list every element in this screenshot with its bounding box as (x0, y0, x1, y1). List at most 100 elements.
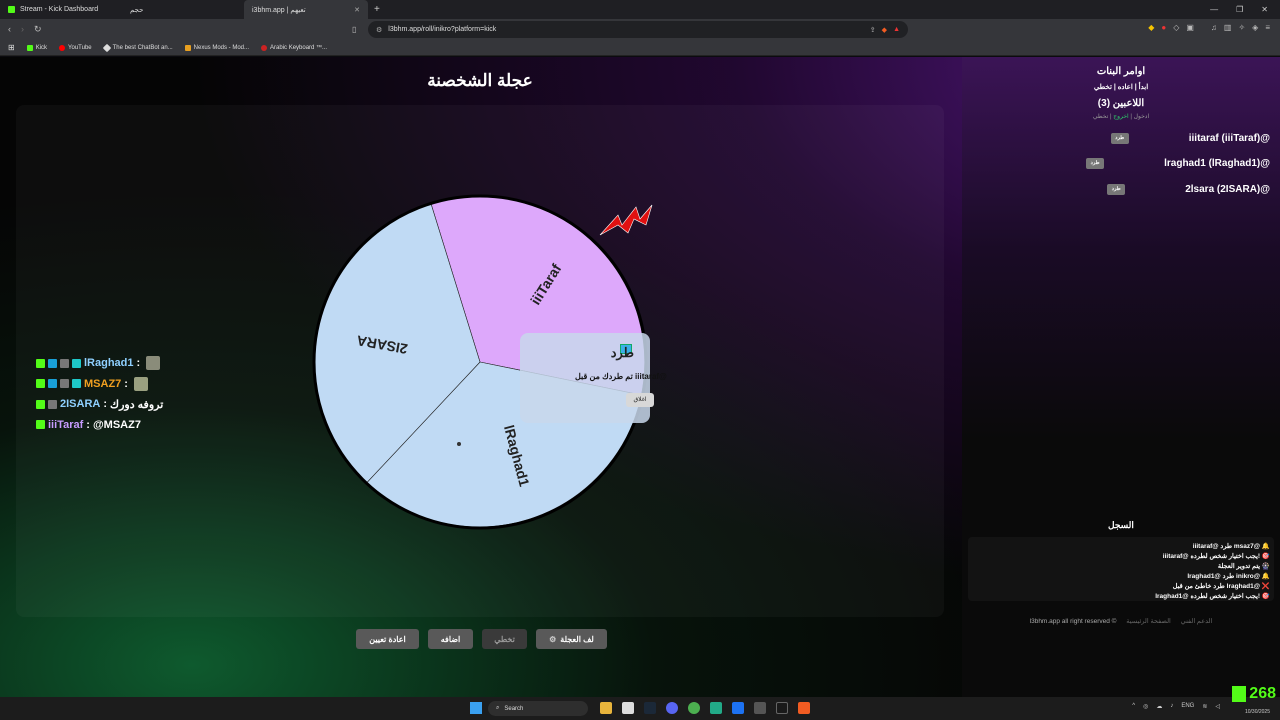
bookmark-icon[interactable]: ▯ (352, 25, 356, 34)
badge-icon (48, 358, 57, 368)
extension-icon[interactable]: ● (1161, 23, 1166, 32)
menu-icon[interactable]: ≡ (1265, 23, 1270, 32)
kick-player-button[interactable]: طرد (1110, 133, 1129, 144)
keyboard-icon (261, 44, 268, 51)
maximize-button[interactable]: ❐ (1236, 5, 1243, 14)
chat-message: 2ISARA : تروفه دورك (36, 394, 163, 415)
wallet-icon[interactable]: ◈ (1252, 23, 1258, 32)
footer: l3bhm.app all right reserved © الدعم الف… (962, 617, 1280, 625)
back-icon[interactable]: ‹ (8, 24, 11, 35)
volume-icon[interactable]: ◁ (1215, 703, 1220, 710)
cmd-exit: اخروج (1113, 114, 1129, 120)
kick-player-button[interactable]: طرد (1107, 184, 1126, 195)
footer-support-link[interactable]: الدعم الفني (1181, 618, 1213, 625)
sidebar-title: اوامر البنات (1096, 66, 1146, 77)
search-icon: ⌕ (496, 705, 500, 711)
steam-icon[interactable] (644, 702, 656, 714)
player-row: طرد lraghad1 (lRaghad1)@ (1086, 158, 1270, 169)
players-subcommands: ادخول | اخروج | تخطي (1092, 114, 1150, 120)
tab-kick-dashboard[interactable]: Stream - Kick Dashboard (0, 0, 122, 19)
log-entry: lraghad1@ طرد inikro@ 🔔 (1187, 573, 1270, 580)
chat-username: MSAZ7 (84, 377, 122, 390)
tab-l3bhm[interactable]: i3bhm.app | تعيهم ✕ (244, 0, 368, 19)
brave-rewards-icon[interactable]: ▲ (893, 26, 900, 34)
url-text: l3bhm.app/roll/inikro?platform=kick (388, 26, 497, 33)
media-icon[interactable]: ♫ (1211, 23, 1217, 32)
brave-icon[interactable] (798, 702, 810, 714)
cmd-skip: تخطي (1092, 114, 1109, 120)
chat-text: @MSAZ7 (92, 418, 141, 431)
bookmark-kick[interactable]: Kick (26, 44, 47, 51)
wheel-pointer-icon (599, 204, 653, 236)
player-name: lraghad1 (lRaghad1)@ (1164, 158, 1270, 169)
page-title: عجلة الشخصنة (427, 71, 533, 90)
kick-badge-icon (36, 358, 45, 368)
chevron-up-icon[interactable]: ^ (1132, 703, 1135, 710)
brave-shield-icon[interactable]: ◆ (882, 26, 887, 34)
badge-icon (48, 399, 57, 409)
kick-player-button[interactable]: طرد (1086, 158, 1105, 169)
footer-home-link[interactable]: الصفحة الرئيسية (1126, 618, 1171, 625)
add-button[interactable]: اضافه (428, 629, 473, 649)
bookmark-youtube[interactable]: YouTube (59, 44, 92, 51)
chat-message: MSAZ7 : (36, 374, 163, 395)
bookmark-chatbot[interactable]: The best ChatBot an... (102, 43, 173, 52)
url-field[interactable]: ⚙ l3bhm.app/roll/inikro?platform=kick ⇪ … (368, 21, 908, 38)
system-tray: ^ ◎ ☁ ♪ ENG ≋ ◁ (1132, 703, 1220, 710)
apps-grid-icon[interactable]: ⊞ (8, 43, 15, 52)
app-tray-icon[interactable]: ◎ (1143, 703, 1148, 710)
tab-title: i3bhm.app | تعيهم (252, 6, 306, 14)
extension-icon[interactable]: ◇ (1173, 23, 1179, 32)
tab-short[interactable]: حجم (122, 0, 244, 19)
app-tray-icon[interactable]: ☁ (1156, 703, 1162, 710)
forward-icon[interactable]: › (21, 24, 24, 35)
minimize-button[interactable]: — (1210, 5, 1218, 14)
close-window-button[interactable]: ✕ (1261, 5, 1268, 14)
footer-copyright: l3bhm.app all right reserved © (1029, 618, 1117, 625)
chrome-icon[interactable] (688, 702, 700, 714)
spin-button[interactable]: ⚙ لف العجلة (536, 629, 607, 649)
bookmark-nexus[interactable]: Nexus Mods - Mod... (184, 44, 249, 51)
app-icon[interactable] (622, 702, 634, 714)
taskbar-date: 10/30/2025 (1244, 709, 1270, 715)
youtube-icon (59, 44, 66, 51)
app-icon[interactable] (710, 702, 722, 714)
leo-icon[interactable]: ✧ (1238, 23, 1245, 32)
skip-button[interactable]: تخطي (482, 629, 527, 649)
close-tab-icon[interactable]: ✕ (354, 6, 360, 14)
chat-separator: : (86, 418, 90, 431)
chat-text: تروفه دورك (110, 398, 164, 411)
taskbar-search[interactable]: ⌕ Search (488, 701, 588, 716)
windows-start-icon[interactable] (470, 702, 482, 714)
discord-icon[interactable] (666, 702, 678, 714)
log-entry: iiitaraf@ يجب اختيار شخص لطرده! 🎯 (1162, 553, 1270, 560)
viewer-count: 268 (1249, 685, 1276, 702)
site-info-icon[interactable]: ⚙ (376, 26, 382, 34)
language-indicator[interactable]: ENG (1181, 703, 1194, 710)
search-label: Search (504, 705, 524, 712)
microphone-icon[interactable]: ♪ (1170, 703, 1173, 710)
reload-icon[interactable]: ↻ (34, 24, 42, 35)
spin-label: لف العجلة (560, 634, 594, 644)
extension-icon[interactable]: ◆ (1148, 23, 1154, 32)
bookmarks-bar: ⊞ Kick YouTube The best ChatBot an... Ne… (0, 40, 1280, 56)
file-explorer-icon[interactable] (600, 702, 612, 714)
app-icon[interactable] (776, 702, 788, 714)
extension-icon[interactable]: ▣ (1186, 23, 1194, 32)
share-icon[interactable]: ⇪ (870, 26, 876, 34)
popup-close-button[interactable]: اغلاق (626, 393, 654, 407)
sidebar-toggle-icon[interactable]: ▥ (1224, 23, 1232, 32)
nav-buttons: ‹ › ↻ (0, 24, 60, 35)
page: عجلة الشخصنة lRaghad1 : MSAZ7 : 2ISARA : (0, 57, 1280, 697)
emote-image (133, 376, 148, 391)
app-icon[interactable] (732, 702, 744, 714)
popup-title: طرد (610, 345, 634, 360)
chat-username: iiiTaraf (48, 418, 84, 431)
bookmark-arabic-keyboard[interactable]: Arabic Keyboard ™... (261, 44, 327, 51)
wifi-icon[interactable]: ≋ (1202, 703, 1207, 710)
app-icon[interactable] (754, 702, 766, 714)
reset-button[interactable]: اعادة تعيين (356, 629, 419, 649)
badge-icon (48, 379, 57, 389)
new-tab-button[interactable]: + (374, 4, 380, 15)
kick-popup: طرد تم طردك من قبل iiitaraf@ اغلاق (520, 333, 667, 423)
